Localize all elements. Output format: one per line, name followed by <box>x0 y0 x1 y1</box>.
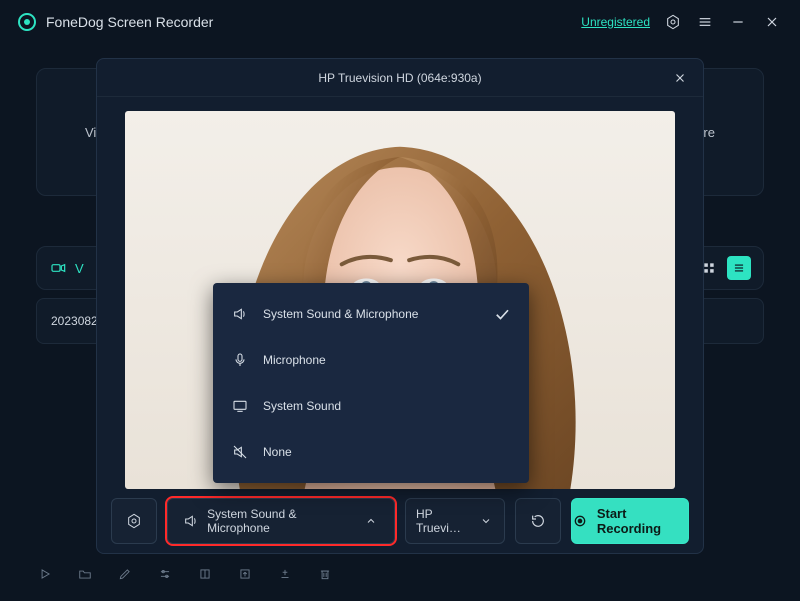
compress-icon[interactable] <box>196 565 214 583</box>
audio-source-dropdown[interactable]: System Sound & Microphone <box>167 498 395 544</box>
camera-device-label: HP Truevision HD (064e:930a) <box>318 71 481 85</box>
close-window-button[interactable] <box>762 13 782 31</box>
list-view-button[interactable] <box>727 256 751 280</box>
tab-label[interactable]: V <box>75 261 84 276</box>
add-icon[interactable] <box>276 565 294 583</box>
audio-option-microphone[interactable]: Microphone <box>213 337 529 383</box>
titlebar: FoneDog Screen Recorder Unregistered <box>0 0 800 44</box>
adjust-icon[interactable] <box>156 565 174 583</box>
camera-select-dropdown[interactable]: HP Truevi… <box>405 498 505 544</box>
camera-select-label: HP Truevi… <box>416 507 471 535</box>
mute-icon <box>231 443 249 461</box>
modal-footer: System Sound & Microphone HP Truevi… Sta… <box>97 489 703 553</box>
audio-source-label: System Sound & Microphone <box>207 507 355 535</box>
preview-settings-button[interactable] <box>111 498 157 544</box>
audio-option-label: None <box>263 445 292 459</box>
camera-tab-icon <box>49 259 67 277</box>
reset-button[interactable] <box>515 498 561 544</box>
recording-filename: 2023082 <box>51 314 98 328</box>
audio-option-label: Microphone <box>263 353 326 367</box>
folder-icon[interactable] <box>76 565 94 583</box>
system-sound-icon <box>231 397 249 415</box>
microphone-icon <box>231 351 249 369</box>
audio-option-none[interactable]: None <box>213 429 529 475</box>
app-title: FoneDog Screen Recorder <box>46 14 213 30</box>
bottom-toolbar <box>36 565 764 583</box>
export-icon[interactable] <box>236 565 254 583</box>
minimize-button[interactable] <box>728 13 748 31</box>
start-recording-button[interactable]: Start Recording <box>571 498 689 544</box>
record-icon <box>572 512 589 530</box>
menu-icon[interactable] <box>696 13 714 31</box>
modal-header: HP Truevision HD (064e:930a) <box>97 59 703 97</box>
chevron-up-icon <box>363 512 380 530</box>
audio-option-label: System Sound <box>263 399 341 413</box>
audio-option-system-sound[interactable]: System Sound <box>213 383 529 429</box>
audio-option-system-and-mic[interactable]: System Sound & Microphone <box>213 291 529 337</box>
delete-icon[interactable] <box>316 565 334 583</box>
unregistered-link[interactable]: Unregistered <box>581 15 650 29</box>
close-modal-button[interactable] <box>669 67 691 89</box>
app-logo-icon <box>18 13 36 31</box>
audio-source-menu: System Sound & Microphone Microphone Sys… <box>213 283 529 483</box>
audio-option-label: System Sound & Microphone <box>263 307 418 321</box>
speaker-icon <box>182 512 199 530</box>
edit-icon[interactable] <box>116 565 134 583</box>
play-icon[interactable] <box>36 565 54 583</box>
webcam-modal: HP Truevision HD (064e:930a) <box>96 58 704 554</box>
speaker-icon <box>231 305 249 323</box>
start-recording-label: Start Recording <box>597 506 688 536</box>
chevron-down-icon <box>479 512 494 530</box>
check-icon <box>493 305 511 323</box>
settings-icon[interactable] <box>664 13 682 31</box>
